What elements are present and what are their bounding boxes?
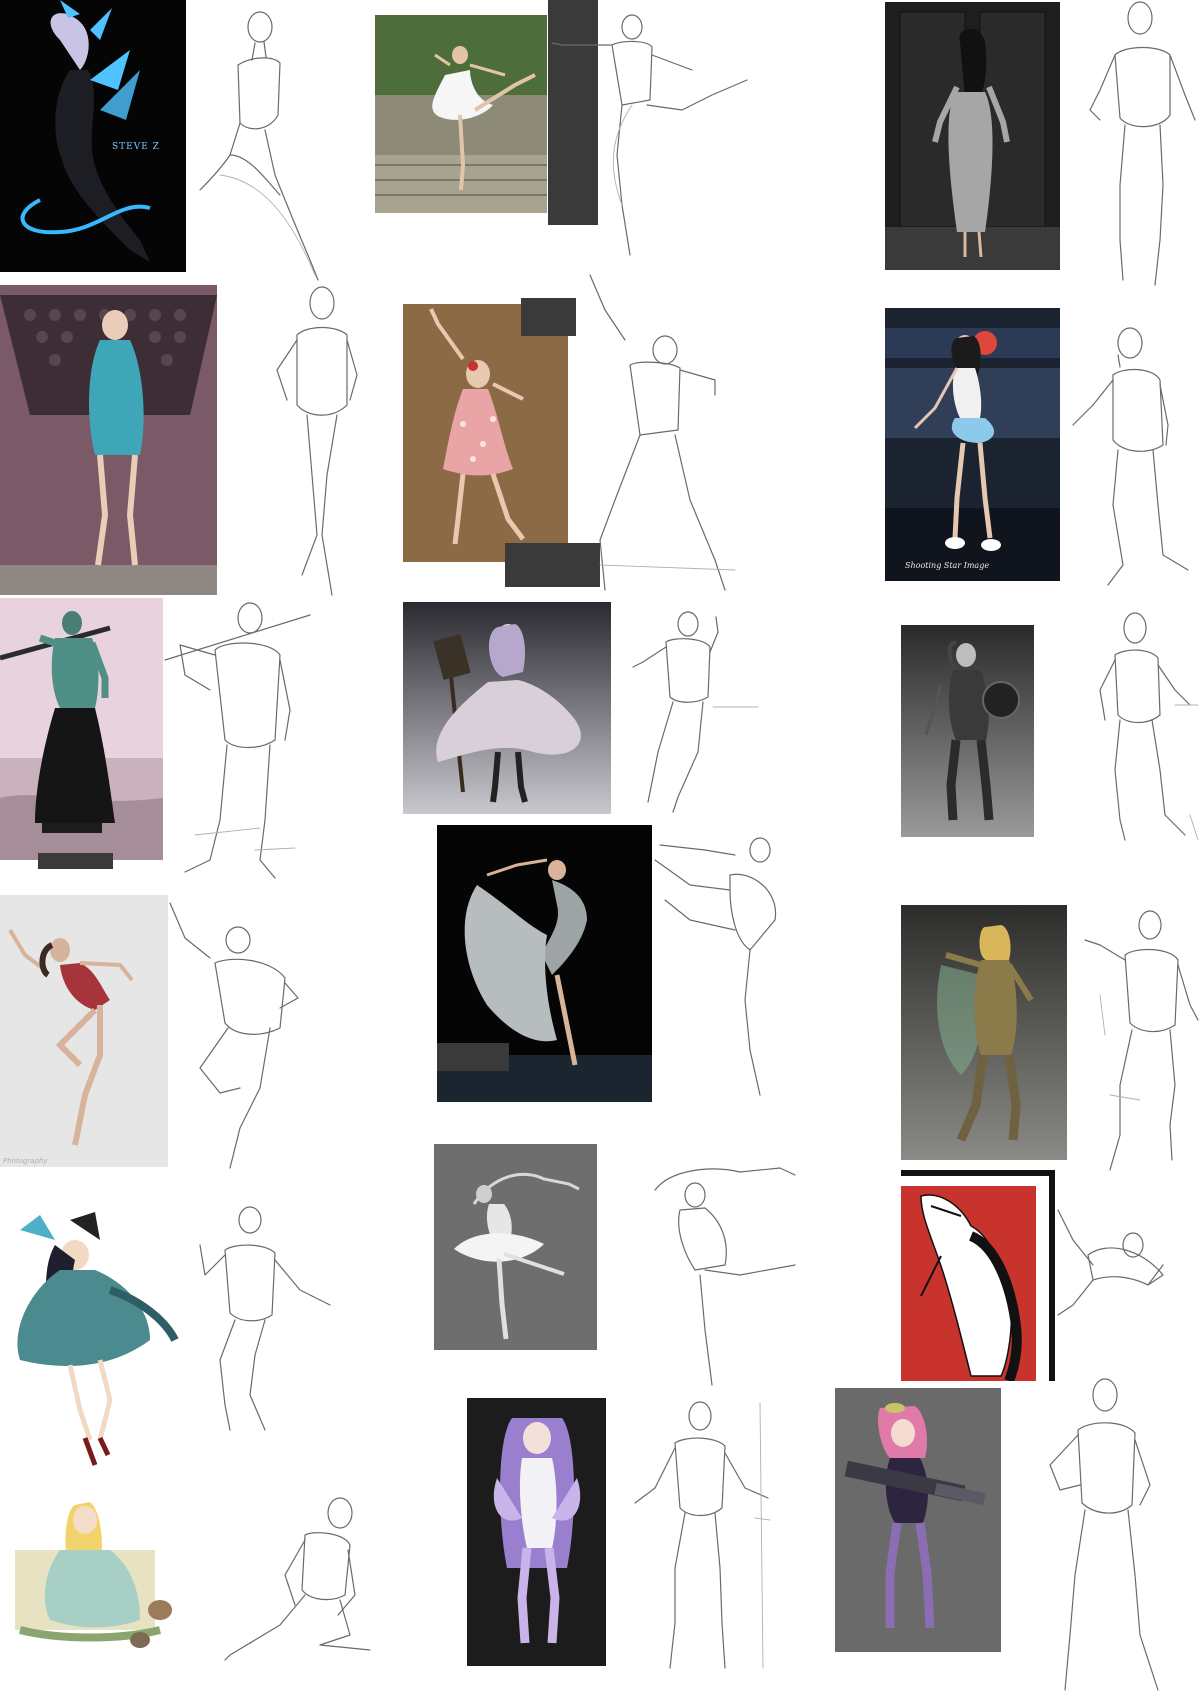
gesture-sketch-18 [1040, 1375, 1170, 1697]
mask-block [521, 298, 576, 336]
pose-reference-sheet: STEVE Z Shooting Star Image Photography [0, 0, 1200, 1697]
gesture-sketch-17 [630, 1398, 780, 1676]
tutu-ballet-figure [454, 1172, 580, 1340]
kimono-girl-figure [17, 1212, 179, 1466]
reference-image-gray-dress [885, 2, 1060, 270]
reference-image-floral-dress [403, 304, 568, 562]
warrior-girl-figure [924, 640, 1020, 821]
gesture-sketch-14 [650, 1160, 810, 1390]
reference-image-dark-character: STEVE Z [0, 0, 186, 272]
red-ink-figure [901, 1186, 1036, 1381]
gray-dress-figure [885, 11, 1060, 270]
gesture-sketch-3 [1085, 0, 1200, 295]
seated-kimono-figure [15, 1502, 172, 1648]
gesture-sketch-2 [551, 14, 752, 265]
reference-image-red-ink [901, 1170, 1055, 1381]
reference-image-club-girl: Shooting Star Image [885, 308, 1060, 581]
reference-image-outdoor-ballerina [375, 15, 547, 213]
dark-character-figure [20, 0, 151, 262]
gesture-sketch-15 [1048, 1205, 1168, 1320]
leotard-dancer-figure [8, 928, 134, 1146]
gold-armor-figure [937, 925, 1034, 1142]
reference-image-purple-anime [467, 1398, 606, 1666]
club-signature: Shooting Star Image [905, 561, 990, 570]
outdoor-ballerina-figure [375, 15, 547, 213]
reference-image-fantasy-mage [403, 602, 611, 814]
gesture-sketch-8 [628, 611, 759, 817]
reference-image-tutu-ballet [434, 1144, 597, 1350]
reference-image-gun-girl [835, 1388, 1001, 1652]
mask-block [437, 1043, 509, 1071]
floral-dress-figure [429, 308, 525, 545]
gesture-sketch-9 [1080, 610, 1200, 850]
gun-girl-figure [844, 1403, 986, 1629]
club-girl-figure [885, 328, 1060, 581]
reference-image-swordsman [0, 598, 163, 860]
gesture-sketch-11 [650, 830, 790, 1100]
gesture-sketch-7 [164, 600, 315, 882]
swordsman-figure [0, 611, 163, 860]
reference-image-cheongsam [0, 285, 217, 595]
gesture-sketch-13 [190, 1205, 340, 1437]
reference-image-seated-kimono [0, 1490, 197, 1660]
reference-image-warrior-girl [901, 625, 1034, 837]
gesture-sketch-5 [585, 270, 745, 600]
gesture-sketch-16 [220, 1495, 371, 1665]
gesture-sketch-6 [1068, 325, 1198, 590]
mask-block [38, 853, 113, 869]
gesture-sketch-12 [1080, 905, 1199, 1175]
dancer-credit: Photography [3, 1157, 48, 1165]
purple-anime-figure [493, 1418, 581, 1644]
reference-image-gold-armor [901, 905, 1067, 1160]
gesture-sketch-10 [169, 898, 315, 1170]
fantasy-mage-figure [433, 624, 581, 803]
gesture-sketch-1 [199, 5, 350, 285]
reference-image-leotard-dancer: Photography [0, 895, 168, 1167]
gesture-sketch-4 [262, 285, 372, 600]
cheongsam-figure [0, 295, 217, 595]
watermark-text: STEVE Z [112, 142, 160, 152]
reference-image-kimono-girl [0, 1210, 180, 1480]
